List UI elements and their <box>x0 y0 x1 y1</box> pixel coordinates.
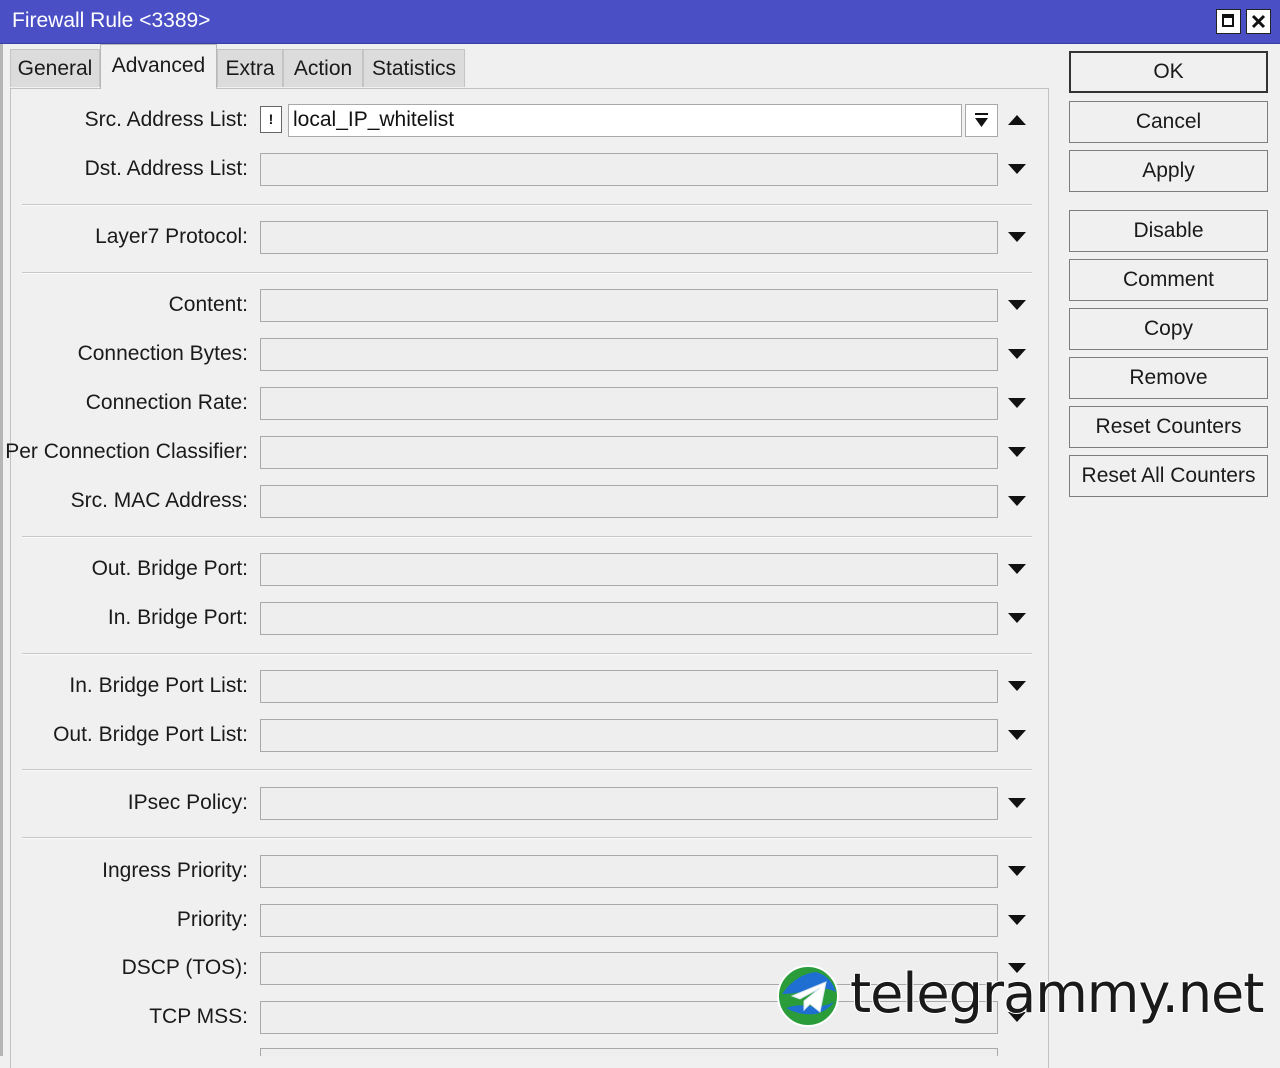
copy-button[interactable]: Copy <box>1069 308 1268 350</box>
out-bridge-port-list-label: Out. Bridge Port List: <box>53 723 248 746</box>
section-divider <box>22 536 1032 538</box>
out-bridge-port-dropdown-icon[interactable] <box>1008 564 1026 574</box>
invert-checkbox[interactable]: ! <box>260 106 282 133</box>
section-divider <box>22 272 1032 274</box>
src-mac-address-input[interactable] <box>260 485 998 518</box>
reset-all-counters-button[interactable]: Reset All Counters <box>1069 455 1268 497</box>
window-left-border <box>0 44 3 1056</box>
section-divider <box>22 837 1032 839</box>
src-address-list-input[interactable]: local_IP_whitelist <box>288 104 962 137</box>
comment-button[interactable]: Comment <box>1069 259 1268 301</box>
collapse-arrow-icon[interactable] <box>1008 115 1026 125</box>
in-bridge-port-label: In. Bridge Port: <box>107 606 248 629</box>
reset-counters-button[interactable]: Reset Counters <box>1069 406 1268 448</box>
connection-bytes-label: Connection Bytes: <box>77 342 248 365</box>
maximize-icon[interactable] <box>1216 9 1241 34</box>
per-connection-classifier-dropdown-icon[interactable] <box>1008 447 1026 457</box>
dst-address-list-label: Dst. Address List: <box>84 157 248 180</box>
priority-label: Priority: <box>176 908 248 931</box>
telegram-globe-icon <box>777 965 839 1027</box>
out-bridge-port-input[interactable] <box>260 553 998 586</box>
src-address-list-value: local_IP_whitelist <box>293 108 455 131</box>
ipsec-policy-dropdown-icon[interactable] <box>1008 798 1026 808</box>
in-bridge-port-list-dropdown-icon[interactable] <box>1008 681 1026 691</box>
dscp-tos-label: DSCP (TOS): <box>121 956 248 979</box>
remove-button[interactable]: Remove <box>1069 357 1268 399</box>
section-divider <box>22 204 1032 206</box>
src-address-list-dropdown-button[interactable] <box>965 104 998 137</box>
per-connection-classifier-input[interactable] <box>260 436 998 469</box>
disable-button[interactable]: Disable <box>1069 210 1268 252</box>
tab-extra[interactable]: Extra <box>217 49 283 87</box>
in-bridge-port-input[interactable] <box>260 602 998 635</box>
section-divider <box>22 653 1032 655</box>
src-address-list-label: Src. Address List: <box>84 108 248 131</box>
ok-button[interactable]: OK <box>1069 51 1268 93</box>
in-bridge-port-list-input[interactable] <box>260 670 998 703</box>
dst-address-list-dropdown-icon[interactable] <box>1008 164 1026 174</box>
watermark: telegrammy.net <box>776 961 1280 1030</box>
per-connection-classifier-label: Per Connection Classifier: <box>5 440 248 463</box>
ingress-priority-label: Ingress Priority: <box>102 859 248 882</box>
out-bridge-port-list-dropdown-icon[interactable] <box>1008 730 1026 740</box>
dst-address-list-input[interactable] <box>260 153 998 186</box>
next-field-input[interactable] <box>260 1048 998 1056</box>
ipsec-policy-label: IPsec Policy: <box>127 791 248 814</box>
tab-action[interactable]: Action <box>283 49 363 87</box>
layer7-protocol-input[interactable] <box>260 221 998 254</box>
title-bar: Firewall Rule <3389> <box>0 0 1280 44</box>
section-divider <box>22 769 1032 771</box>
priority-dropdown-icon[interactable] <box>1008 915 1026 925</box>
src-mac-address-dropdown-icon[interactable] <box>1008 496 1026 506</box>
out-bridge-port-list-input[interactable] <box>260 719 998 752</box>
tcp-mss-label: TCP MSS: <box>149 1005 248 1028</box>
ingress-priority-input[interactable] <box>260 855 998 888</box>
connection-bytes-input[interactable] <box>260 338 998 371</box>
window-title: Firewall Rule <3389> <box>12 9 211 32</box>
tab-statistics[interactable]: Statistics <box>363 49 465 87</box>
ipsec-policy-input[interactable] <box>260 787 998 820</box>
out-bridge-port-label: Out. Bridge Port: <box>91 557 248 580</box>
watermark-text: telegrammy.net <box>849 961 1265 1026</box>
in-bridge-port-dropdown-icon[interactable] <box>1008 613 1026 623</box>
in-bridge-port-list-label: In. Bridge Port List: <box>69 674 248 697</box>
cancel-button[interactable]: Cancel <box>1069 101 1268 143</box>
content-input[interactable] <box>260 289 998 322</box>
layer7-protocol-dropdown-icon[interactable] <box>1008 232 1026 242</box>
connection-bytes-dropdown-icon[interactable] <box>1008 349 1026 359</box>
ingress-priority-dropdown-icon[interactable] <box>1008 866 1026 876</box>
apply-button[interactable]: Apply <box>1069 150 1268 192</box>
layer7-protocol-label: Layer7 Protocol: <box>95 225 248 248</box>
connection-rate-label: Connection Rate: <box>85 391 248 414</box>
src-mac-address-label: Src. MAC Address: <box>70 489 248 512</box>
content-label: Content: <box>168 293 248 316</box>
content-dropdown-icon[interactable] <box>1008 300 1026 310</box>
close-icon[interactable] <box>1246 9 1271 34</box>
priority-input[interactable] <box>260 904 998 937</box>
connection-rate-dropdown-icon[interactable] <box>1008 398 1026 408</box>
connection-rate-input[interactable] <box>260 387 998 420</box>
tab-advanced[interactable]: Advanced <box>100 44 217 89</box>
tab-general[interactable]: General <box>10 49 100 87</box>
